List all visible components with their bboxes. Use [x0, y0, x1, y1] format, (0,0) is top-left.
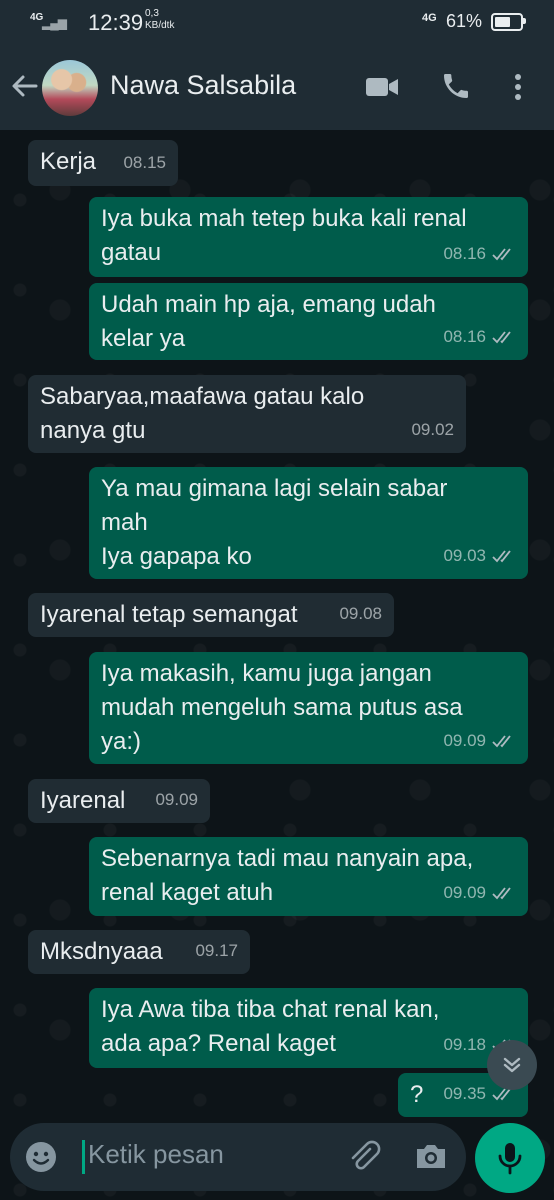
video-call-icon[interactable]: [365, 72, 399, 107]
double-check-icon: [492, 248, 511, 261]
network-speed: 0,3 KB/dtk: [145, 8, 174, 32]
battery-icon: [491, 13, 523, 31]
double-check-icon: [492, 331, 511, 344]
message-time: 09.09: [155, 790, 198, 809]
attach-icon[interactable]: [346, 1139, 382, 1180]
message-time: 09.03: [443, 546, 486, 565]
microphone-icon: [498, 1143, 522, 1175]
message-time: 08.16: [443, 244, 486, 263]
status-bar: 4G ▂▄▆ 12:39 0,3 KB/dtk 4G 61%: [0, 0, 554, 46]
network-speed-value: 0,3: [145, 8, 159, 19]
message-incoming[interactable]: Sabaryaa,maafawa gatau kalo nanya gtu 09…: [28, 375, 466, 453]
message-time: 09.09: [443, 731, 486, 750]
message-outgoing[interactable]: Iya Awa tiba tiba chat renal kan, ada ap…: [89, 988, 528, 1068]
message-time: 09.02: [411, 420, 454, 439]
network-speed-unit: KB/dtk: [145, 20, 175, 31]
clock: 12:39: [88, 10, 144, 35]
message-time: 09.17: [195, 941, 238, 960]
back-arrow-icon[interactable]: [8, 70, 40, 102]
message-incoming[interactable]: Kerja 08.15: [28, 140, 178, 186]
double-chevron-down-icon: [503, 1057, 521, 1073]
scroll-to-bottom-button[interactable]: [487, 1040, 537, 1090]
signal-icon: ▂▄▆: [42, 16, 67, 30]
emoji-icon[interactable]: [24, 1140, 58, 1179]
message-time: 08.15: [123, 153, 166, 172]
camera-icon[interactable]: [414, 1141, 448, 1176]
message-time: 09.09: [443, 883, 486, 902]
message-composer: Ketik pesan: [10, 1123, 466, 1191]
message-outgoing[interactable]: Sebenarnya tadi mau nanyain apa, renal k…: [89, 837, 528, 916]
contact-name[interactable]: Nawa Salsabila: [110, 70, 296, 101]
double-check-icon: [492, 550, 511, 563]
battery-fill: [495, 17, 510, 27]
network-type-right: 4G: [422, 12, 437, 24]
message-outgoing[interactable]: Ya mau gimana lagi selain sabar mah Iya …: [89, 467, 528, 579]
battery-percent: 61%: [446, 11, 483, 31]
message-incoming[interactable]: Mksdnyaaa 09.17: [28, 930, 250, 974]
message-incoming[interactable]: Iyarenal tetap semangat 09.08: [28, 593, 394, 637]
message-input[interactable]: Ketik pesan: [88, 1139, 224, 1170]
message-text: Iyarenal tetap semangat: [40, 601, 298, 628]
voice-record-button[interactable]: [475, 1123, 545, 1193]
contact-avatar[interactable]: [42, 60, 98, 116]
message-text: Sabaryaa,maafawa gatau kalo nanya gtu: [40, 383, 365, 444]
text-cursor: [82, 1140, 85, 1174]
battery-tip: [523, 18, 526, 24]
chat-header: Nawa Salsabila: [0, 46, 554, 130]
message-time: 08.16: [443, 327, 486, 346]
message-outgoing[interactable]: Udah main hp aja, emang udah kelar ya 08…: [89, 283, 528, 360]
message-outgoing[interactable]: Iya buka mah tetep buka kali renal gatau…: [89, 197, 528, 277]
more-options-icon[interactable]: [512, 72, 524, 107]
message-incoming[interactable]: Iyarenal 09.09: [28, 779, 210, 823]
phone-call-icon[interactable]: [440, 70, 472, 107]
double-check-icon: [492, 887, 511, 900]
message-outgoing[interactable]: Iya makasih, kamu juga jangan mudah meng…: [89, 652, 528, 764]
message-time: 09.18: [443, 1035, 486, 1054]
double-check-icon: [492, 735, 511, 748]
message-time: 09.35: [443, 1084, 486, 1103]
message-time: 09.08: [339, 604, 382, 623]
